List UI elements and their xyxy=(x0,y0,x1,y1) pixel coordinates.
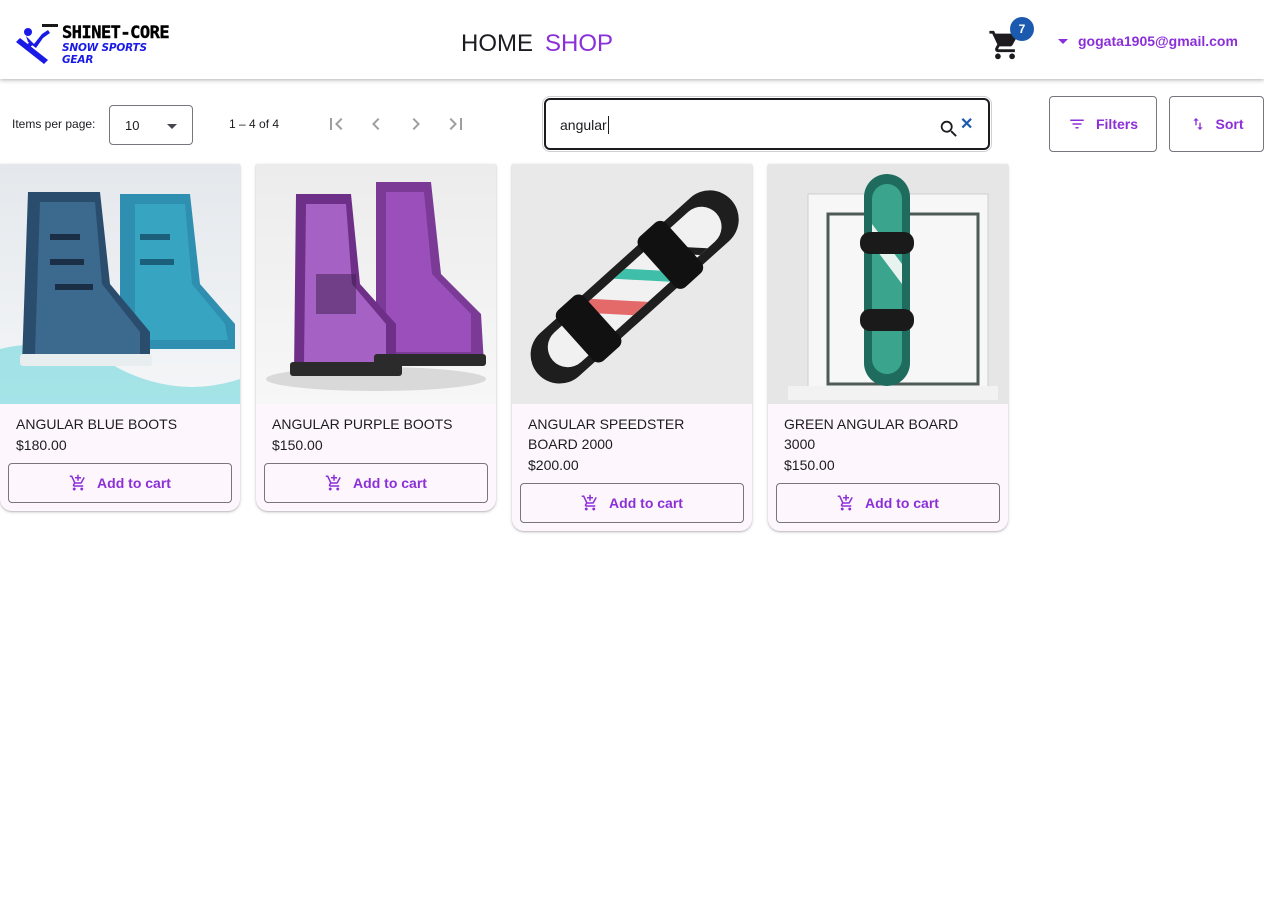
add-shopping-cart-icon xyxy=(325,474,341,491)
add-shopping-cart-icon xyxy=(837,494,853,511)
search-input[interactable] xyxy=(560,114,920,136)
search-icon[interactable] xyxy=(938,118,960,140)
nav-home-link[interactable]: HOME xyxy=(461,30,533,58)
items-per-page-value: 10 xyxy=(125,118,140,133)
logo-title: SHINET-CORE xyxy=(62,23,170,43)
chevron-left-icon xyxy=(372,118,380,130)
product-name[interactable]: ANGULAR SPEEDSTER BOARD 2000 xyxy=(512,404,752,454)
pagination-range: 1 – 4 of 4 xyxy=(229,117,280,131)
next-page-button[interactable] xyxy=(403,111,429,137)
add-shopping-cart-icon xyxy=(581,494,597,511)
items-per-page-select[interactable]: 10 xyxy=(109,105,193,145)
product-image[interactable] xyxy=(256,164,496,404)
user-email: gogata1905@gmail.com xyxy=(1078,33,1238,49)
first-page-icon xyxy=(330,118,343,130)
product-name[interactable]: ANGULAR PURPLE BOOTS xyxy=(256,404,496,434)
logo-subtitle: SNOW SPORTS GEAR xyxy=(62,42,147,66)
add-to-cart-button[interactable]: Add to cart xyxy=(776,483,1000,523)
add-to-cart-button[interactable]: Add to cart xyxy=(264,463,488,503)
product-card: GREEN ANGULAR BOARD 3000 $150.00 Add to … xyxy=(768,164,1008,531)
product-card: ANGULAR PURPLE BOOTS $150.00 Add to cart xyxy=(256,164,496,511)
search-box: ✕ xyxy=(542,96,992,152)
filters-label: Filters xyxy=(1095,116,1138,132)
last-page-icon xyxy=(449,118,462,130)
green-board-image xyxy=(768,164,1008,404)
add-to-cart-button[interactable]: Add to cart xyxy=(520,483,744,523)
speedster-board-image xyxy=(512,164,752,404)
text-cursor xyxy=(608,116,609,134)
caret-down-icon xyxy=(1058,38,1068,44)
cart-count-badge: 7 xyxy=(1010,17,1034,41)
clear-search-icon[interactable]: ✕ xyxy=(960,117,973,133)
product-image[interactable] xyxy=(512,164,752,404)
product-price: $180.00 xyxy=(16,437,67,453)
brand-logo[interactable]: SHINET-CORE SNOW SPORTS GEAR xyxy=(14,20,174,68)
snowboarder-logo-icon xyxy=(16,24,58,64)
user-menu[interactable]: gogata1905@gmail.com xyxy=(1056,33,1238,49)
filters-button[interactable]: Filters xyxy=(1049,96,1157,152)
add-shopping-cart-icon xyxy=(69,474,85,491)
add-to-cart-label: Add to cart xyxy=(865,495,939,511)
blue-boots-image xyxy=(0,164,240,404)
product-image[interactable] xyxy=(768,164,1008,404)
nav-shop-link[interactable]: SHOP xyxy=(545,30,613,58)
product-name[interactable]: GREEN ANGULAR BOARD 3000 xyxy=(768,404,1008,454)
previous-page-button[interactable] xyxy=(363,111,389,137)
sort-button[interactable]: Sort xyxy=(1169,96,1264,152)
add-to-cart-label: Add to cart xyxy=(353,475,427,491)
product-card: ANGULAR BLUE BOOTS $180.00 Add to cart xyxy=(0,164,240,511)
add-to-cart-label: Add to cart xyxy=(97,475,171,491)
app-header: SHINET-CORE SNOW SPORTS GEAR HOME SHOP 7… xyxy=(0,0,1264,79)
product-card: ANGULAR SPEEDSTER BOARD 2000 $200.00 Add… xyxy=(512,164,752,531)
product-price: $150.00 xyxy=(784,457,835,473)
product-price: $200.00 xyxy=(528,457,579,473)
main-nav: HOME SHOP xyxy=(461,30,613,58)
sort-arrows-icon xyxy=(1192,118,1203,130)
add-to-cart-label: Add to cart xyxy=(609,495,683,511)
filter-icon xyxy=(1070,119,1084,129)
purple-boots-image xyxy=(256,164,496,404)
last-page-button[interactable] xyxy=(443,111,469,137)
add-to-cart-button[interactable]: Add to cart xyxy=(8,463,232,503)
product-image[interactable] xyxy=(0,164,240,404)
sort-label: Sort xyxy=(1215,116,1244,132)
first-page-button[interactable] xyxy=(323,111,349,137)
caret-down-icon xyxy=(167,124,177,129)
product-name[interactable]: ANGULAR BLUE BOOTS xyxy=(0,404,240,434)
product-price: $150.00 xyxy=(272,437,323,453)
items-per-page-label: Items per page: xyxy=(12,117,96,131)
chevron-right-icon xyxy=(412,118,420,130)
